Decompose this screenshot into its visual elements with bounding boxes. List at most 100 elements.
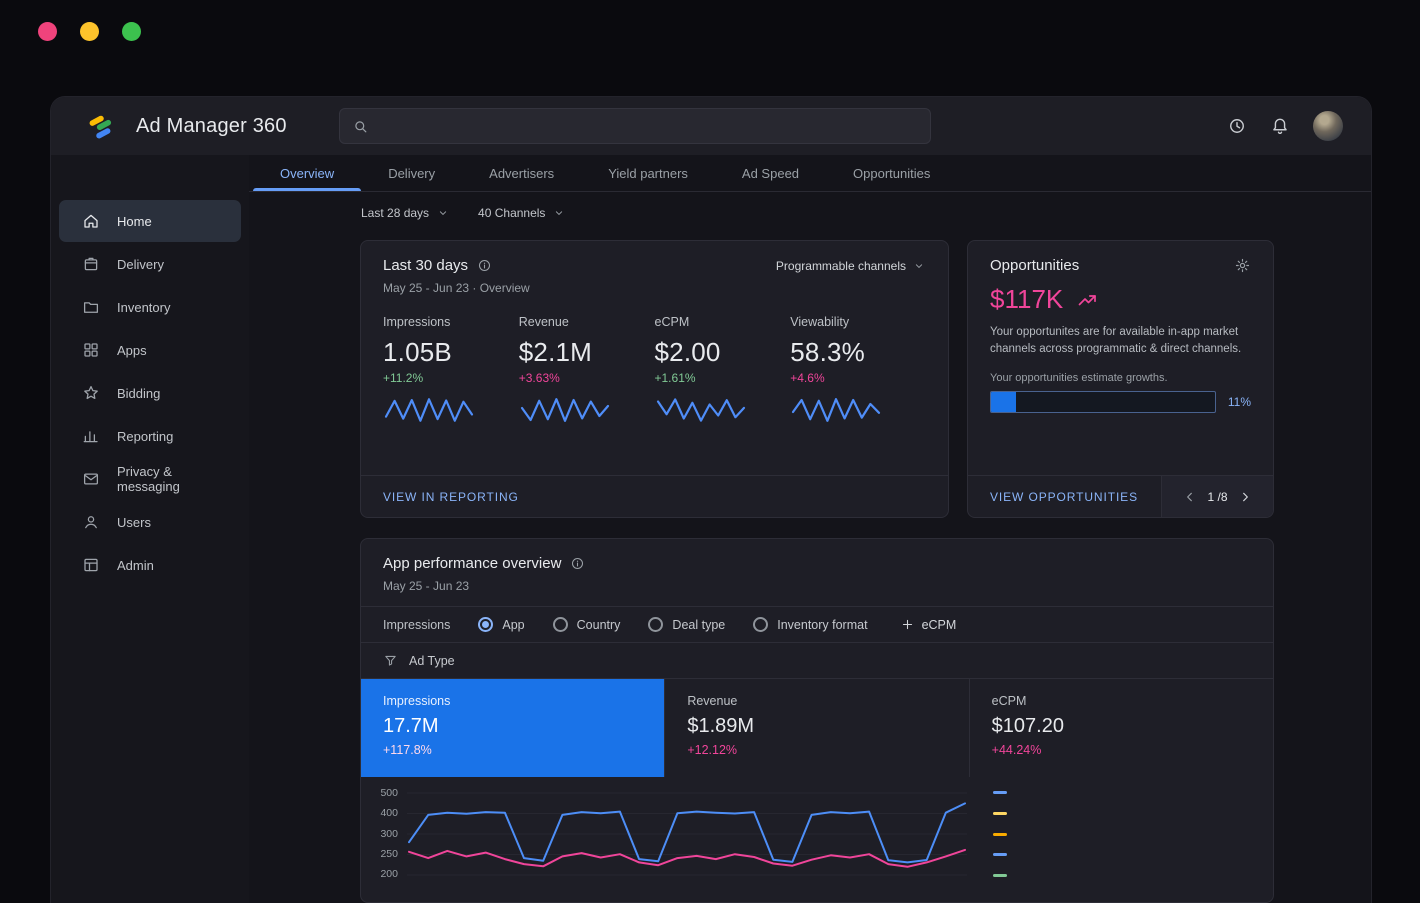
view-opportunities-link[interactable]: VIEW OPPORTUNITIES xyxy=(990,490,1138,504)
opportunities-progress-fill xyxy=(991,391,1016,412)
radio-dot xyxy=(648,617,664,632)
app-performance-card: App performance overview May 25 - Jun 23… xyxy=(360,538,1274,903)
legend-swatch xyxy=(993,791,1007,794)
minimize-window-button[interactable] xyxy=(80,22,99,41)
legend-swatch xyxy=(993,853,1007,857)
reporting-icon xyxy=(82,427,100,445)
sidebar-item-inventory[interactable]: Inventory xyxy=(59,286,241,328)
add-metric-button[interactable]: eCPM xyxy=(900,617,956,632)
radio-inventory-format[interactable]: Inventory format xyxy=(753,617,868,632)
sidebar-item-label: Privacy & messaging xyxy=(117,464,180,494)
next-page-button[interactable] xyxy=(1237,489,1253,505)
metric-label: Viewability xyxy=(790,315,850,329)
opportunities-amount: $117K xyxy=(990,284,1064,314)
tile-delta: +44.24% xyxy=(991,743,1042,757)
tab-overview[interactable]: Overview xyxy=(253,155,362,191)
info-icon[interactable] xyxy=(570,556,585,571)
settings-gear-icon[interactable] xyxy=(1234,257,1251,274)
sidebar-item-privacy-messaging[interactable]: Privacy & messaging xyxy=(59,458,241,500)
tile-value: $1.89M xyxy=(687,715,755,737)
legend-swatch xyxy=(993,832,1007,836)
window-controls xyxy=(38,22,141,41)
admin-icon xyxy=(82,556,100,574)
privacy-messaging-icon xyxy=(82,470,100,488)
info-icon[interactable] xyxy=(477,258,492,273)
app-title: Ad Manager 360 xyxy=(136,114,287,137)
card-title: Opportunities xyxy=(990,257,1080,274)
metric-label: Impressions xyxy=(383,315,451,329)
programmable-channels-dropdown[interactable]: Programmable channels xyxy=(776,259,926,273)
chart-y-axis: 500 400 300 250 200 xyxy=(375,785,407,883)
channels-label: 40 Channels xyxy=(478,206,546,220)
performance-line-chart xyxy=(407,792,967,876)
user-avatar[interactable] xyxy=(1313,111,1343,141)
metric-impressions: Impressions 1.05B +11.2% xyxy=(383,315,519,428)
dropdown-label: Programmable channels xyxy=(775,258,906,273)
metric-delta: +1.61% xyxy=(654,371,696,385)
y-tick: 500 xyxy=(380,787,398,799)
app-header: Ad Manager 360 xyxy=(51,97,1371,155)
opportunities-card: Opportunities $117K Your opportunites ar… xyxy=(967,240,1274,518)
apps-icon xyxy=(82,341,100,359)
notifications-icon[interactable] xyxy=(1270,116,1290,136)
metric-value: $2.00 xyxy=(654,337,721,367)
sidebar-item-reporting[interactable]: Reporting xyxy=(59,415,241,457)
ad-manager-window: Ad Manager 360 Home Delivery Inventory A… xyxy=(51,97,1371,903)
filter-chip-label[interactable]: Ad Type xyxy=(409,654,455,668)
pagination: 1 /8 xyxy=(1161,476,1273,517)
viewability-sparkline xyxy=(792,398,881,422)
y-tick: 400 xyxy=(380,807,398,820)
chart-legend xyxy=(993,791,1007,877)
tab-bar: Overview Delivery Advertisers Yield part… xyxy=(249,155,1371,192)
maximize-window-button[interactable] xyxy=(122,22,141,41)
tab-ad-speed[interactable]: Ad Speed xyxy=(715,155,826,191)
sidebar-item-home[interactable]: Home xyxy=(59,200,241,242)
search-input[interactable] xyxy=(378,118,918,134)
radio-label: Deal type xyxy=(672,617,726,632)
radio-deal-type[interactable]: Deal type xyxy=(648,617,725,632)
previous-page-button[interactable] xyxy=(1182,489,1198,505)
sidebar-item-label: Bidding xyxy=(117,385,161,401)
plus-icon xyxy=(900,617,915,632)
sidebar-item-delivery[interactable]: Delivery xyxy=(59,243,241,285)
home-icon xyxy=(82,212,100,230)
chevron-down-icon xyxy=(436,206,450,220)
ecpm-sparkline xyxy=(656,398,745,422)
tab-advertisers[interactable]: Advertisers xyxy=(462,155,581,191)
metric-label: eCPM xyxy=(654,315,690,329)
sidebar-item-users[interactable]: Users xyxy=(59,501,241,543)
sidebar-item-apps[interactable]: Apps xyxy=(59,329,241,371)
chart-plot xyxy=(407,785,967,883)
tab-yield-partners[interactable]: Yield partners xyxy=(581,155,715,191)
metric-value: 58.3% xyxy=(790,337,865,367)
tile-revenue[interactable]: Revenue $1.89M +12.12% xyxy=(665,679,970,777)
metric-label: Revenue xyxy=(518,315,569,329)
inventory-icon xyxy=(82,298,100,316)
sidebar-item-admin[interactable]: Admin xyxy=(59,544,241,586)
revenue-sparkline xyxy=(520,398,609,422)
tab-delivery[interactable]: Delivery xyxy=(361,155,462,191)
view-in-reporting-link[interactable]: VIEW IN REPORTING xyxy=(383,490,519,504)
channels-filter[interactable]: 40 Channels xyxy=(478,206,566,220)
tile-impressions[interactable]: Impressions 17.7M +117.8% xyxy=(361,679,666,777)
search-bar[interactable] xyxy=(338,108,931,144)
sidebar-item-bidding[interactable]: Bidding xyxy=(59,372,241,414)
radio-label: Country xyxy=(576,617,621,632)
history-icon[interactable] xyxy=(1227,116,1247,136)
trending-up-icon xyxy=(1073,288,1103,312)
tile-ecpm[interactable]: eCPM $107.20 +44.24% xyxy=(970,679,1273,777)
date-range-filter[interactable]: Last 28 days xyxy=(361,206,450,220)
radio-label: Inventory format xyxy=(777,617,868,632)
close-window-button[interactable] xyxy=(38,22,57,41)
performance-chart-area: 500 400 300 250 200 xyxy=(361,777,1273,883)
tile-value: $107.20 xyxy=(991,715,1064,737)
filter-icon xyxy=(383,653,398,668)
radio-app[interactable]: App xyxy=(478,617,525,632)
tile-label: Impressions xyxy=(383,694,451,708)
metric-delta: +11.2% xyxy=(383,371,424,385)
card-title: App performance overview xyxy=(383,555,562,572)
last-30-days-card: Last 30 days Programmable channels May 2… xyxy=(360,240,949,518)
sidebar-item-label: Apps xyxy=(117,342,147,358)
radio-country[interactable]: Country xyxy=(552,617,621,632)
tab-opportunities[interactable]: Opportunities xyxy=(826,155,957,191)
